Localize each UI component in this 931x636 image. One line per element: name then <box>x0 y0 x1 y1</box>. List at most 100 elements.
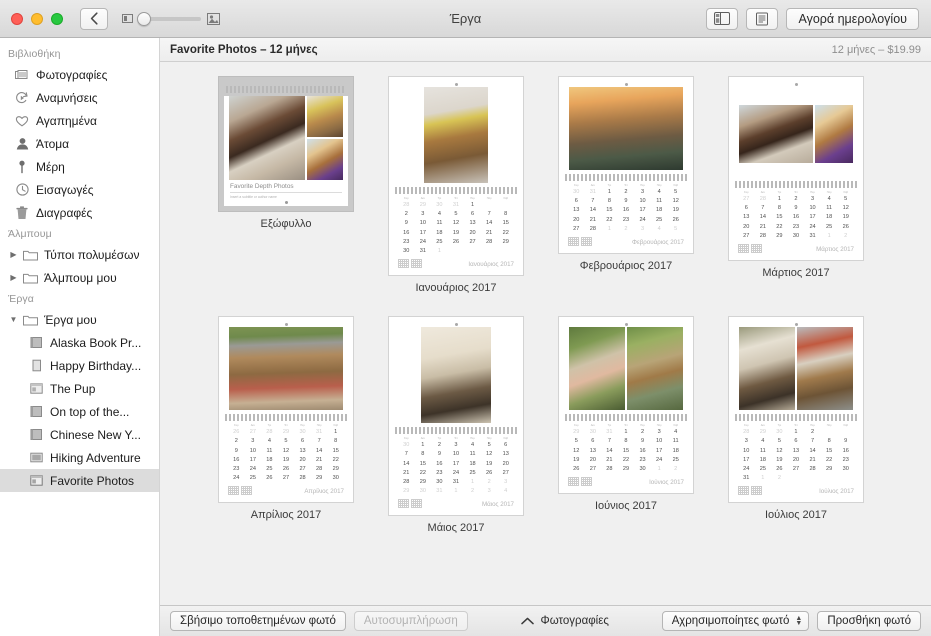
calendar-day[interactable]: 2 <box>228 437 245 446</box>
sidebar-item-the-pup[interactable]: The Pup <box>0 377 159 400</box>
calendar-day[interactable]: 31 <box>804 232 821 241</box>
calendar-day[interactable]: 1 <box>415 441 432 450</box>
calendar-day[interactable]: 1 <box>821 232 838 241</box>
calendar-day[interactable]: 18 <box>431 229 448 238</box>
sidebar-item-imports[interactable]: Εισαγωγές <box>0 178 159 201</box>
calendar-day[interactable]: 24 <box>738 465 755 474</box>
calendar-day[interactable]: 30 <box>398 247 415 256</box>
calendar-day[interactable]: 2 <box>398 210 415 219</box>
cover-photo-main[interactable] <box>229 96 305 180</box>
calendar-day[interactable]: 3 <box>497 478 514 487</box>
calendar-day[interactable]: 6 <box>738 204 755 213</box>
calendar-day[interactable]: 2 <box>431 441 448 450</box>
calendar-day[interactable]: 29 <box>821 465 838 474</box>
calendar-day[interactable]: 2 <box>634 428 651 437</box>
calendar-day[interactable]: 10 <box>651 437 668 446</box>
calendar-day[interactable]: 15 <box>601 206 618 215</box>
calendar-day[interactable]: 15 <box>497 219 514 228</box>
calendar-day[interactable]: 14 <box>585 206 602 215</box>
calendar-day[interactable]: 13 <box>738 213 755 222</box>
calendar-day[interactable]: 13 <box>497 450 514 459</box>
calendar-day[interactable]: 13 <box>464 219 481 228</box>
sidebar-item-favorites[interactable]: Αγαπημένα <box>0 109 159 132</box>
sidebar-item-places[interactable]: Μέρη <box>0 155 159 178</box>
page-photo[interactable] <box>569 327 625 410</box>
calendar-day[interactable]: 10 <box>245 447 262 456</box>
calendar-day[interactable]: 27 <box>497 469 514 478</box>
calendar-day[interactable]: 3 <box>415 210 432 219</box>
calendar-day[interactable]: 8 <box>771 204 788 213</box>
calendar-day[interactable]: 31 <box>585 188 602 197</box>
calendar-day[interactable]: 4 <box>821 195 838 204</box>
calendar-day[interactable]: 3 <box>448 441 465 450</box>
calendar-day[interactable]: 23 <box>634 456 651 465</box>
calendar-day[interactable]: 6 <box>585 437 602 446</box>
calendar-day[interactable]: 24 <box>448 469 465 478</box>
calendar-day[interactable]: 11 <box>755 447 772 456</box>
calendar-day[interactable]: 27 <box>738 232 755 241</box>
calendar-day[interactable]: 26 <box>771 465 788 474</box>
calendar-day[interactable]: 20 <box>294 456 311 465</box>
page-photo[interactable] <box>424 87 488 183</box>
calendar-day[interactable]: 25 <box>667 456 684 465</box>
page-cell-cover[interactable]: Favorite Depth Photos Insert a subtitle … <box>218 76 354 294</box>
disclosure-expanded-icon[interactable]: ▼ <box>8 315 19 324</box>
calendar-day[interactable]: 8 <box>821 437 838 446</box>
calendar-day[interactable]: 25 <box>431 238 448 247</box>
calendar-day[interactable]: 29 <box>398 487 415 496</box>
calendar-day[interactable]: 17 <box>804 213 821 222</box>
zoom-slider-knob[interactable] <box>137 12 151 26</box>
clear-placed-photos-button[interactable]: Σβήσιμο τοποθετημένων φωτό <box>170 611 346 631</box>
calendar-day[interactable] <box>821 474 838 483</box>
calendar-day[interactable]: 27 <box>294 465 311 474</box>
calendar-day[interactable]: 4 <box>464 441 481 450</box>
calendar-day[interactable]: 12 <box>667 197 684 206</box>
calendar-day[interactable]: 31 <box>448 201 465 210</box>
page-thumbnail-march[interactable]: Κυρ Δευ Τρι Τετ Πεμ Παρ Σαβ 272812345678… <box>728 76 864 261</box>
calendar-day[interactable]: 9 <box>837 437 854 446</box>
calendar-day[interactable]: 16 <box>228 456 245 465</box>
calendar-day[interactable]: 16 <box>431 460 448 469</box>
calendar-day[interactable] <box>821 428 838 437</box>
calendar-day[interactable]: 11 <box>431 219 448 228</box>
disclosure-collapsed-icon[interactable]: ▶ <box>8 250 19 259</box>
calendar-day[interactable]: 21 <box>585 216 602 225</box>
page-thumbnail-june[interactable]: Κυρ Δευ Τρι Τετ Πεμ Παρ Σαβ 293031123456… <box>558 316 694 494</box>
calendar-day[interactable]: 1 <box>464 478 481 487</box>
calendar-day[interactable]: 4 <box>497 487 514 496</box>
calendar-day[interactable]: 25 <box>245 474 262 483</box>
cover-title[interactable]: Favorite Depth Photos <box>230 183 342 190</box>
calendar-day[interactable]: 31 <box>738 474 755 483</box>
page-cell-february[interactable]: Κυρ Δευ Τρι Τετ Πεμ Παρ Σαβ 303112345678… <box>558 76 694 294</box>
calendar-day[interactable]: 4 <box>651 188 668 197</box>
calendar-day[interactable]: 31 <box>415 247 432 256</box>
calendar-day[interactable]: 2 <box>771 474 788 483</box>
calendar-day[interactable]: 30 <box>431 201 448 210</box>
calendar-day[interactable]: 29 <box>497 238 514 247</box>
calendar-day[interactable]: 28 <box>738 428 755 437</box>
calendar-day[interactable]: 10 <box>804 204 821 213</box>
calendar-day[interactable]: 3 <box>804 195 821 204</box>
calendar-day[interactable]: 1 <box>755 474 772 483</box>
calendar-day[interactable]: 10 <box>448 450 465 459</box>
calendar-day[interactable] <box>481 247 498 256</box>
calendar-day[interactable]: 25 <box>755 465 772 474</box>
calendar-day[interactable]: 25 <box>464 469 481 478</box>
calendar-day[interactable]: 4 <box>261 437 278 446</box>
calendar-day[interactable]: 31 <box>431 487 448 496</box>
calendar-day[interactable]: 13 <box>585 447 602 456</box>
calendar-day[interactable]: 12 <box>568 447 585 456</box>
sidebar-item-memories[interactable]: Αναμνήσεις <box>0 86 159 109</box>
calendar-day[interactable]: 31 <box>448 478 465 487</box>
calendar-day[interactable]: 14 <box>601 447 618 456</box>
calendar-day[interactable]: 22 <box>497 229 514 238</box>
calendar-day[interactable]: 30 <box>398 441 415 450</box>
calendar-day[interactable]: 6 <box>464 210 481 219</box>
calendar-day[interactable]: 25 <box>651 216 668 225</box>
calendar-day[interactable]: 5 <box>667 225 684 234</box>
sidebar-item-happy-birthday[interactable]: Happy Birthday... <box>0 354 159 377</box>
calendar-day[interactable]: 20 <box>738 223 755 232</box>
calendar-day[interactable]: 26 <box>667 216 684 225</box>
page-cell-march[interactable]: Κυρ Δευ Τρι Τετ Πεμ Παρ Σαβ 272812345678… <box>728 76 864 294</box>
calendar-day[interactable]: 8 <box>415 450 432 459</box>
